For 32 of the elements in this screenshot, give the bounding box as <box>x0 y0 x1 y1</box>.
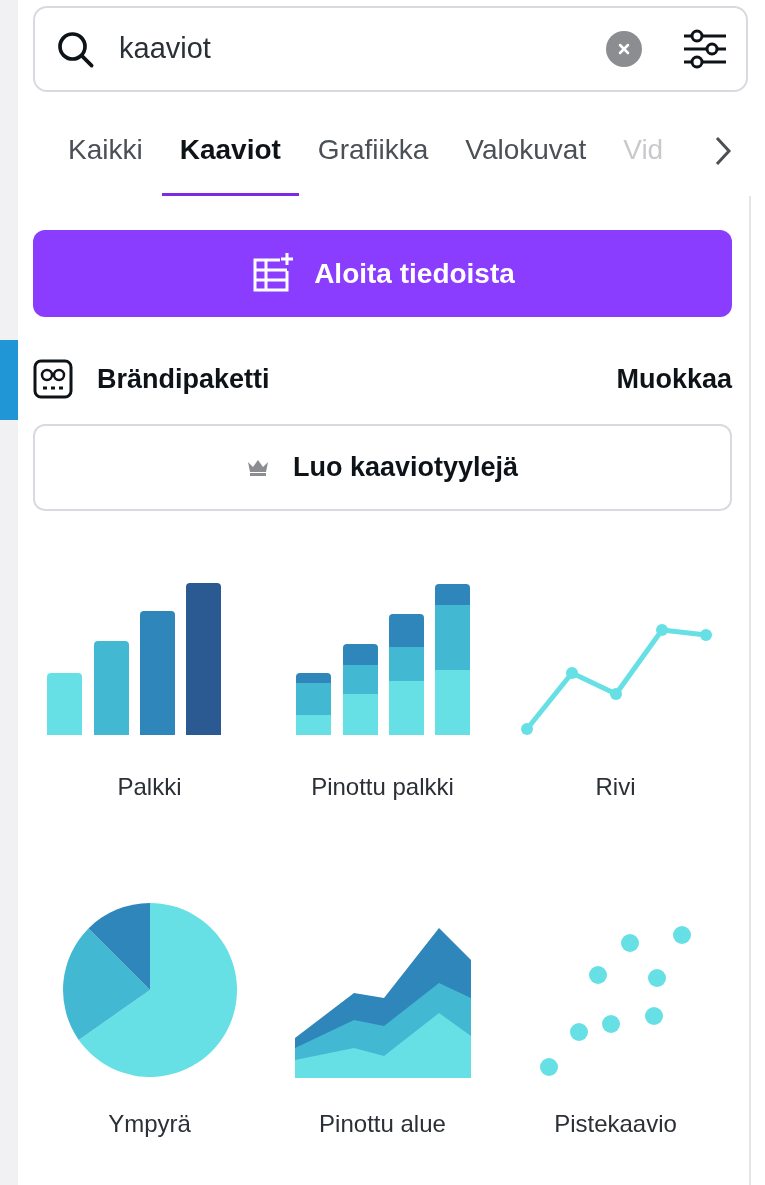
create-chart-styles-button[interactable]: Luo kaaviotyylejä <box>33 424 732 511</box>
chart-type-tile[interactable]: Pistekaavio <box>499 893 732 1142</box>
chart-type-tile[interactable]: Palkki <box>33 575 266 805</box>
chart-type-tile[interactable]: Ympyrä <box>33 893 266 1142</box>
chart-type-tile[interactable]: Pinottu alue <box>266 893 499 1142</box>
edit-link[interactable]: Muokkaa <box>616 358 732 400</box>
scatter-chart-icon <box>539 926 692 1078</box>
chart-type-tile[interactable]: Rivi <box>499 575 732 805</box>
crown-icon <box>246 458 269 477</box>
search-input[interactable]: kaaviot <box>119 27 606 71</box>
line-chart-icon <box>519 623 712 735</box>
chart-type-label: Pistekaavio <box>554 1109 677 1139</box>
chart-type-label: Pinottu palkki <box>311 772 454 802</box>
brand-kit-icon <box>33 359 73 399</box>
filter-sliders-icon[interactable] <box>682 29 728 69</box>
chart-type-tile[interactable]: Pinottu palkki <box>266 575 499 805</box>
clear-button[interactable] <box>606 31 642 67</box>
chart-type-label: Pinottu alue <box>319 1109 446 1139</box>
chart-type-label: Rivi <box>595 772 636 802</box>
tab[interactable]: Valokuvat <box>447 129 605 196</box>
tab[interactable]: Kaikki <box>50 129 161 196</box>
tab[interactable]: Grafiikka <box>299 129 447 196</box>
brand-kit-title: Brändipaketti <box>97 362 270 396</box>
chart-type-label: Palkki <box>117 772 182 802</box>
tab[interactable]: Kaaviot <box>161 129 299 196</box>
chart-type-label: Ympyrä <box>108 1109 191 1139</box>
area-chart-icon <box>294 928 471 1078</box>
search-icon <box>55 29 95 69</box>
close-icon <box>617 42 631 56</box>
pie-chart-icon <box>61 902 238 1078</box>
start-from-data-button[interactable]: Aloita tiedoista <box>33 230 732 317</box>
search-field[interactable]: kaaviot <box>33 6 748 92</box>
